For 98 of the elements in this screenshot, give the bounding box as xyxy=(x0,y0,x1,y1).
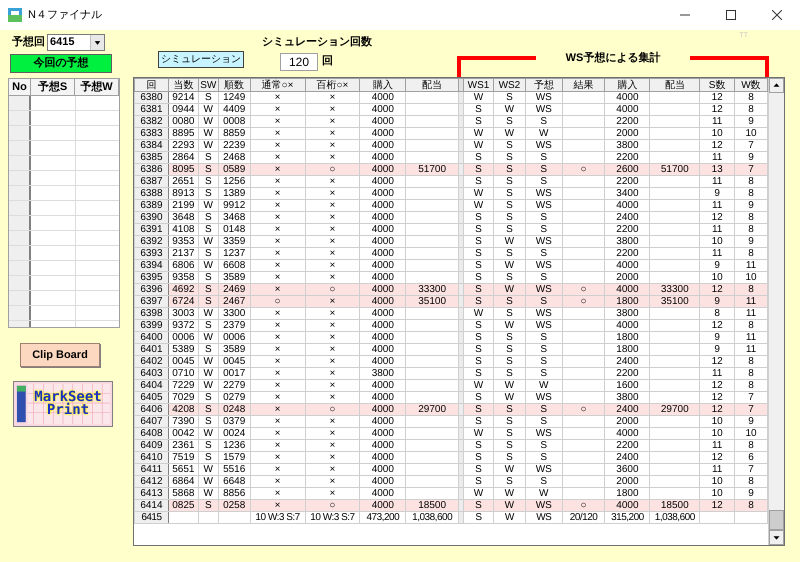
row-header: 6401 xyxy=(134,344,168,356)
column-header: S数 xyxy=(700,78,735,92)
row-header xyxy=(9,261,31,275)
row-header: 6385 xyxy=(134,152,168,164)
scrollbar-thumb[interactable] xyxy=(769,510,784,530)
row-header xyxy=(9,216,31,230)
row-header: 6413 xyxy=(134,488,168,500)
round-label: 予想回 xyxy=(12,34,45,50)
row-header: 6381 xyxy=(134,104,168,116)
row-header: 6382 xyxy=(134,116,168,128)
row-header: 6387 xyxy=(134,176,168,188)
table-cell: 315,200 xyxy=(604,512,650,524)
row-header: 6409 xyxy=(134,440,168,452)
column-header: 当数 xyxy=(168,78,198,92)
column-header: SW xyxy=(198,78,218,92)
row-header: 6380 xyxy=(134,92,168,104)
row-header: 6405 xyxy=(134,392,168,404)
row-header xyxy=(9,246,31,260)
row-header: 6398 xyxy=(134,308,168,320)
row-header: 6408 xyxy=(134,428,168,440)
row-header: 6414 xyxy=(134,500,168,512)
close-icon[interactable] xyxy=(772,10,782,20)
column-header: 順数 xyxy=(218,78,250,92)
column-header: 予想 xyxy=(525,78,562,92)
row-header xyxy=(9,291,31,305)
markseet-print-button[interactable]: MarkSeet Print xyxy=(13,381,113,427)
scroll-down-icon[interactable] xyxy=(769,530,784,545)
table-cell: 20/120 xyxy=(562,512,605,524)
column-header: 百桁○× xyxy=(305,78,360,92)
summary-title: WS予想による集計 xyxy=(566,50,660,66)
column-header: 回 xyxy=(134,78,168,92)
row-header: 6415 xyxy=(134,512,168,524)
row-header xyxy=(9,96,31,110)
row-header: 6390 xyxy=(134,212,168,224)
row-header: 6396 xyxy=(134,284,168,296)
column-header: 通常○× xyxy=(250,78,306,92)
column-header: W数 xyxy=(734,78,768,92)
row-header: 6391 xyxy=(134,224,168,236)
button-label: Print xyxy=(46,404,90,417)
row-header xyxy=(9,276,31,290)
maximize-icon[interactable] xyxy=(726,10,736,20)
table-cell: 1,038,600 xyxy=(650,512,700,524)
row-header: 6411 xyxy=(134,464,168,476)
row-header xyxy=(9,126,31,140)
row-header: 6383 xyxy=(134,128,168,140)
simulation-count-field[interactable]: 120 xyxy=(280,52,318,70)
app-icon xyxy=(8,8,22,22)
column-header: 購入 xyxy=(604,78,650,92)
table-cell: 10 W:3 S:7 xyxy=(250,512,306,524)
row-header xyxy=(9,171,31,185)
row-header: 6389 xyxy=(134,200,168,212)
row-header: 6388 xyxy=(134,188,168,200)
row-header: 6402 xyxy=(134,356,168,368)
prediction-button[interactable]: 今回の予想 xyxy=(10,54,112,73)
table-cell: 473,200 xyxy=(360,512,406,524)
column-header: 予想W xyxy=(75,79,119,95)
table-cell: 10 W:3 S:7 xyxy=(305,512,360,524)
row-header: 6386 xyxy=(134,164,168,176)
row-header: 6404 xyxy=(134,380,168,392)
column-header: 購入 xyxy=(360,78,406,92)
column-header: 配当 xyxy=(650,78,700,92)
row-header xyxy=(9,141,31,155)
column-header: WS2 xyxy=(493,78,526,92)
column-header: 結果 xyxy=(562,78,605,92)
row-header: 6395 xyxy=(134,272,168,284)
simulation-button[interactable]: シミュレーション xyxy=(158,51,244,68)
row-header: 6397 xyxy=(134,296,168,308)
row-header: 6407 xyxy=(134,416,168,428)
row-header: 6384 xyxy=(134,140,168,152)
row-header xyxy=(9,231,31,245)
row-header: 6399 xyxy=(134,320,168,332)
table-cell: S xyxy=(464,512,494,524)
round-dropdown[interactable]: 6415 xyxy=(47,34,105,51)
row-header xyxy=(9,201,31,215)
window-title: N４ファイナル xyxy=(28,8,102,23)
column-header: WS1 xyxy=(464,78,494,92)
clipboard-button[interactable]: Clip Board xyxy=(20,343,100,367)
button-label: MarkSeet xyxy=(34,391,102,404)
row-header xyxy=(9,156,31,170)
row-header: 6393 xyxy=(134,248,168,260)
row-header xyxy=(9,186,31,200)
row-header: 6412 xyxy=(134,476,168,488)
simulation-count-label: シミュレーション回数 xyxy=(262,35,372,50)
column-header: No xyxy=(9,79,31,95)
column-header: 配当 xyxy=(406,78,459,92)
table-cell: W xyxy=(493,512,526,524)
row-header: 6392 xyxy=(134,236,168,248)
row-header: 6406 xyxy=(134,404,168,416)
table-cell: 1,038,600 xyxy=(406,512,459,524)
unit-label: 回 xyxy=(322,54,333,70)
table-cell: WS xyxy=(525,512,562,524)
row-header: 6403 xyxy=(134,368,168,380)
row-header xyxy=(9,111,31,125)
scroll-up-icon[interactable] xyxy=(769,78,784,93)
row-header: 6400 xyxy=(134,332,168,344)
row-header: 6410 xyxy=(134,452,168,464)
column-header: 予想S xyxy=(31,79,75,95)
row-header: 6394 xyxy=(134,260,168,272)
